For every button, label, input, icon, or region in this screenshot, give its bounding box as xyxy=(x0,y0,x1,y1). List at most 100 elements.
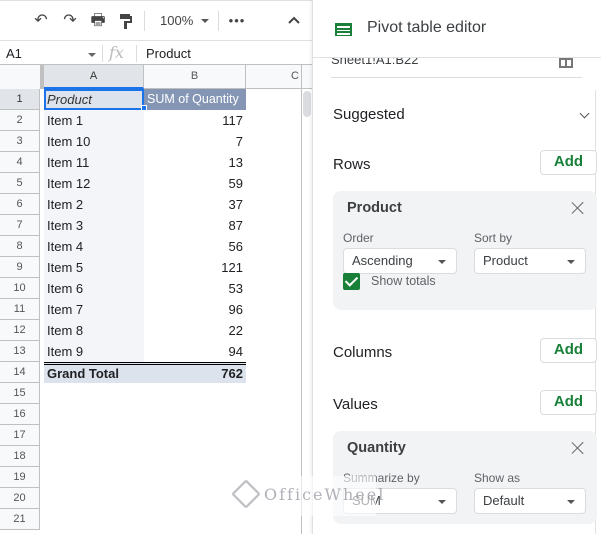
close-icon[interactable] xyxy=(571,441,585,455)
row-header[interactable]: 10 xyxy=(0,278,40,299)
row-header[interactable]: 17 xyxy=(0,425,40,446)
fill-handle[interactable] xyxy=(141,105,147,111)
divider xyxy=(102,45,103,62)
formula-input[interactable]: Product xyxy=(146,46,191,61)
caret-down-icon xyxy=(567,500,575,504)
quantity-cell[interactable]: 13 xyxy=(144,152,246,173)
table-row: 13 Item 9 94 xyxy=(0,341,312,362)
summarize-by-select[interactable]: SUM xyxy=(343,488,457,514)
column-header-c[interactable]: C xyxy=(246,65,302,89)
product-cell[interactable]: Item 9 xyxy=(44,341,144,362)
show-as-select[interactable]: Default xyxy=(474,488,586,514)
cell-a1[interactable]: Product xyxy=(44,89,144,110)
values-label: Values xyxy=(333,396,378,413)
row-header[interactable]: 7 xyxy=(0,215,40,236)
quantity-cell[interactable]: 59 xyxy=(144,173,246,194)
summarize-by-label: Summarize by xyxy=(343,471,420,485)
row-header[interactable]: 13 xyxy=(0,341,40,362)
product-cell[interactable]: Item 12 xyxy=(44,173,144,194)
rows-label: Rows xyxy=(333,156,371,173)
close-icon[interactable] xyxy=(571,201,585,215)
table-row: 20 xyxy=(0,488,312,509)
row-header[interactable]: 18 xyxy=(0,446,40,467)
row-header[interactable]: 20 xyxy=(0,488,40,509)
paint-format-icon[interactable] xyxy=(117,13,135,29)
order-select[interactable]: Ascending xyxy=(343,248,457,274)
sort-by-select[interactable]: Product xyxy=(474,248,586,274)
row-header[interactable]: 4 xyxy=(0,152,40,173)
caret-down-icon xyxy=(438,500,446,504)
quantity-cell[interactable]: 7 xyxy=(144,131,246,152)
show-totals-label[interactable]: Show totals xyxy=(371,274,436,288)
table-row: 19 xyxy=(0,467,312,488)
row-header[interactable]: 12 xyxy=(0,320,40,341)
quantity-cell[interactable]: 22 xyxy=(144,320,246,341)
chevron-down-icon[interactable] xyxy=(579,108,590,119)
redo-icon[interactable]: ↷ xyxy=(61,13,79,29)
quantity-cell[interactable]: 87 xyxy=(144,215,246,236)
quantity-cell[interactable]: 56 xyxy=(144,236,246,257)
column-header-b[interactable]: B xyxy=(144,65,246,89)
row-header[interactable]: 2 xyxy=(0,110,40,131)
row-header[interactable]: 15 xyxy=(0,383,40,404)
select-range-icon[interactable] xyxy=(559,58,573,68)
show-totals-checkbox[interactable] xyxy=(343,273,360,290)
sort-by-value: Product xyxy=(483,253,528,268)
suggested-label[interactable]: Suggested xyxy=(333,106,405,123)
editor-header: Pivot table editor xyxy=(313,0,601,58)
row-header[interactable]: 11 xyxy=(0,299,40,320)
column-header-a[interactable]: A xyxy=(44,65,144,89)
table-row: 17 xyxy=(0,425,312,446)
product-cell[interactable]: Item 10 xyxy=(44,131,144,152)
grand-total-label[interactable]: Grand Total xyxy=(44,362,144,383)
print-icon[interactable]: 🖶 xyxy=(89,13,107,29)
quantity-cell[interactable]: 121 xyxy=(144,257,246,278)
undo-icon[interactable]: ↶ xyxy=(32,13,50,29)
table-row: 21 xyxy=(0,509,312,530)
zoom-caret-icon[interactable] xyxy=(201,19,209,23)
product-cell[interactable]: Item 3 xyxy=(44,215,144,236)
product-cell[interactable]: Item 11 xyxy=(44,152,144,173)
row-header[interactable]: 14 xyxy=(0,362,40,383)
product-cell[interactable]: Item 1 xyxy=(44,110,144,131)
product-cell[interactable]: Item 6 xyxy=(44,278,144,299)
columns-add-button[interactable]: Add xyxy=(540,338,597,363)
select-all-corner[interactable] xyxy=(0,65,44,89)
product-cell[interactable]: Item 8 xyxy=(44,320,144,341)
grand-total-value[interactable]: 762 xyxy=(144,362,246,383)
table-row: 18 xyxy=(0,446,312,467)
caret-down-icon xyxy=(438,260,446,264)
name-box[interactable]: A1 xyxy=(6,46,22,61)
row-header[interactable]: 1 xyxy=(0,89,40,110)
row-header[interactable]: 8 xyxy=(0,236,40,257)
quantity-cell[interactable]: 37 xyxy=(144,194,246,215)
row-header[interactable]: 21 xyxy=(0,509,40,530)
values-add-button[interactable]: Add xyxy=(540,390,597,415)
product-cell[interactable]: Item 2 xyxy=(44,194,144,215)
product-cell[interactable]: Item 4 xyxy=(44,236,144,257)
zoom-select[interactable]: 100% xyxy=(160,13,193,28)
row-header[interactable]: 16 xyxy=(0,404,40,425)
quantity-cell[interactable]: 96 xyxy=(144,299,246,320)
chevron-up-icon[interactable] xyxy=(285,13,303,29)
row-header[interactable]: 5 xyxy=(0,173,40,194)
row-header[interactable]: 6 xyxy=(0,194,40,215)
row-header[interactable]: 19 xyxy=(0,467,40,488)
row-header[interactable]: 9 xyxy=(0,257,40,278)
product-cell[interactable]: Item 5 xyxy=(44,257,144,278)
name-box-caret-icon[interactable] xyxy=(88,53,96,57)
vertical-scrollbar[interactable] xyxy=(303,91,311,117)
grand-total-row: 14 Grand Total 762 xyxy=(0,362,312,383)
quantity-cell[interactable]: 94 xyxy=(144,341,246,362)
table-row: 5 Item 12 59 xyxy=(0,173,312,194)
toolbar-separator xyxy=(144,11,145,31)
editor-title: Pivot table editor xyxy=(367,19,487,36)
quantity-cell[interactable]: 53 xyxy=(144,278,246,299)
rows-add-button[interactable]: Add xyxy=(540,150,597,175)
cell-b1[interactable]: SUM of Quantity xyxy=(144,89,246,110)
more-horiz-icon[interactable]: ••• xyxy=(228,13,246,29)
product-cell[interactable]: Item 7 xyxy=(44,299,144,320)
values-field-name: Quantity xyxy=(347,440,406,456)
row-header[interactable]: 3 xyxy=(0,131,40,152)
quantity-cell[interactable]: 117 xyxy=(144,110,246,131)
